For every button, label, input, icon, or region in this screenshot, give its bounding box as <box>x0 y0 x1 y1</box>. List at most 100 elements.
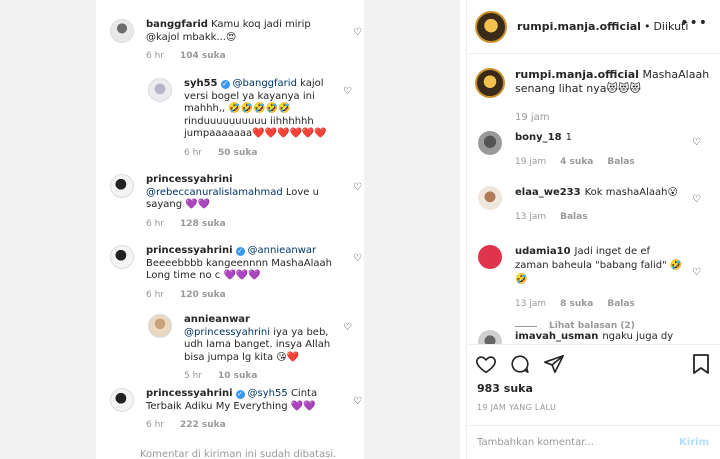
post-caption: rumpi.manja.official MashaAlaah senang l… <box>475 68 715 123</box>
comment-username[interactable]: banggfarid <box>146 19 208 30</box>
avatar[interactable] <box>110 388 134 412</box>
avatar[interactable] <box>475 68 505 98</box>
comment-username[interactable]: bony_18 <box>515 132 562 143</box>
heart-icon[interactable]: ♡ <box>353 27 362 38</box>
paper-plane-icon[interactable] <box>543 353 565 375</box>
heart-icon[interactable]: ♡ <box>692 137 701 148</box>
comment-meta: 13 jam 8 suka Balas <box>515 297 685 311</box>
caption-username[interactable]: rumpi.manja.official <box>515 68 639 81</box>
comment-meta: 6 hr 128 suka <box>146 218 336 231</box>
heart-icon[interactable]: ♡ <box>353 182 362 193</box>
comment-likes[interactable]: 50 suka <box>218 148 257 158</box>
comment-meta: 6 hr 120 suka <box>146 289 336 302</box>
avatar[interactable] <box>148 78 172 102</box>
comment-body: elaa_we233 Kok mashaAlaah😮 13 jam Balas <box>515 186 685 224</box>
heart-icon[interactable]: ♡ <box>343 86 352 97</box>
comment-mention[interactable]: @rebeccanuralislamahmad <box>146 187 283 198</box>
header-separator: • <box>643 20 651 33</box>
comment-mention[interactable]: @syh55 <box>248 388 288 399</box>
comment-likes[interactable]: 4 suka <box>560 157 593 167</box>
heart-icon[interactable]: ♡ <box>353 396 362 407</box>
comment-username[interactable]: imavah_usman <box>515 331 598 342</box>
comment-mention[interactable]: @banggfarid <box>233 78 297 89</box>
avatar[interactable] <box>478 330 502 344</box>
reply-button[interactable]: Balas <box>560 212 587 222</box>
comment-username[interactable]: syh55 <box>184 78 218 89</box>
comment-body: imavah_usman ngaku juga dy <box>515 330 673 344</box>
avatar[interactable] <box>110 245 134 269</box>
comment-thread-item: princessyahrini ✓ @annieanwar Beeeebbbb ka… <box>110 245 362 302</box>
comment-body: annieanwar @princessyahrini iya ya beb, … <box>184 314 334 383</box>
comment-likes[interactable]: 10 suka <box>218 371 257 381</box>
avatar[interactable] <box>110 19 134 43</box>
heart-icon[interactable]: ♡ <box>692 194 701 205</box>
comment-body: bony_18 1 19 jam 4 suka Balas <box>515 131 685 169</box>
comment-likes[interactable]: 8 suka <box>560 299 593 309</box>
comment-mention[interactable]: @princessyahrini <box>184 327 270 338</box>
reply-button[interactable]: Balas <box>607 299 634 309</box>
avatar[interactable] <box>148 314 172 338</box>
comment-time: 19 jam <box>515 157 547 167</box>
likes-count[interactable]: 983 suka <box>477 382 533 395</box>
comment-body: syh55 ✓ @banggfarid kajol versi bogel ya k… <box>184 78 334 160</box>
comment-likes[interactable]: 128 suka <box>180 219 226 229</box>
post-sidebar: rumpi.manja.official • Diikuti ••• rumpi… <box>466 0 720 459</box>
comment-likes[interactable]: 104 suka <box>180 51 226 61</box>
comment-body: udamia10 Jadi inget de ef zaman baheula "… <box>515 245 685 333</box>
comment-meta: 19 jam 4 suka Balas <box>515 155 685 169</box>
comment-time: 6 hr <box>146 289 164 300</box>
avatar[interactable] <box>110 174 134 198</box>
comment-reply-item: annieanwar @princessyahrini iya ya beb, … <box>148 314 352 383</box>
verified-badge-icon: ✓ <box>220 80 230 89</box>
comment-meta: 6 hr 222 suka <box>146 419 336 432</box>
comments-limited-notice: Komentar di kiriman ini sudah dibatasi. <box>140 449 337 459</box>
comment-meta: 6 hr 104 suka <box>146 50 336 63</box>
more-dots-icon[interactable]: ••• <box>680 15 708 31</box>
comment-likes[interactable]: 222 suka <box>180 420 226 430</box>
header-username[interactable]: rumpi.manja.official <box>517 20 641 33</box>
caption-time: 19 jam <box>515 112 550 123</box>
avatar[interactable] <box>475 10 507 43</box>
heart-icon[interactable] <box>475 353 497 375</box>
bookmark-icon[interactable] <box>691 353 711 375</box>
comment-username[interactable]: princessyahrini <box>146 174 233 185</box>
comment-text: 1 <box>565 132 572 143</box>
comment-username[interactable]: elaa_we233 <box>515 187 581 198</box>
reply-button[interactable]: Balas <box>607 157 634 167</box>
post-actions: 983 suka 19 JAM YANG LALU Kirim <box>467 344 720 458</box>
heart-icon[interactable]: ♡ <box>343 322 352 333</box>
comment-meta: 6 hr 50 suka <box>184 147 334 160</box>
comment-username[interactable]: udamia10 <box>515 246 571 257</box>
avatar[interactable] <box>478 245 502 269</box>
comment-bubble-icon[interactable] <box>509 353 531 375</box>
heart-icon[interactable]: ♡ <box>692 267 701 278</box>
caption-text: rumpi.manja.official MashaAlaah senang l… <box>515 68 715 98</box>
comment-item-partial: imavah_usman ngaku juga dy <box>475 330 715 344</box>
comment-item: elaa_we233 Kok mashaAlaah😮 13 jam Balas ♡ <box>475 186 715 224</box>
comment-text: Kok mashaAlaah😮 <box>584 187 678 198</box>
comment-thread-item: princessyahrini ✓ @syh55 Cinta Terbaik Adi… <box>110 388 362 432</box>
avatar[interactable] <box>478 186 502 210</box>
comment-username[interactable]: annieanwar <box>184 314 250 325</box>
comment-item: bony_18 1 19 jam 4 suka Balas ♡ <box>475 131 715 169</box>
comment-time: 6 hr <box>146 51 164 62</box>
comment-username[interactable]: princessyahrini <box>146 388 233 399</box>
left-comment-card: banggfarid Kamu koq jadi mirip @kajol mba… <box>96 0 364 459</box>
comment-time: 5 hr <box>184 371 202 382</box>
comment-reply-item: syh55 ✓ @banggfarid kajol versi bogel ya k… <box>148 78 352 160</box>
divider <box>515 325 537 327</box>
comment-username[interactable]: princessyahrini <box>146 245 233 256</box>
avatar[interactable] <box>478 131 502 155</box>
comment-thread-item: banggfarid Kamu koq jadi mirip @kajol mba… <box>110 19 362 63</box>
comment-input[interactable] <box>477 437 667 448</box>
comment-time: 13 jam <box>515 299 547 309</box>
comment-likes[interactable]: 120 suka <box>180 290 226 300</box>
comment-meta: 5 hr 10 suka <box>184 370 334 383</box>
comment-mention[interactable]: @annieanwar <box>248 245 317 256</box>
left-comment-thread-panel: banggfarid Kamu koq jadi mirip @kajol mba… <box>0 0 460 459</box>
verified-badge-icon: ✓ <box>235 247 245 256</box>
post-date: 19 JAM YANG LALU <box>477 403 557 412</box>
heart-icon[interactable]: ♡ <box>353 253 362 264</box>
post-comment-button[interactable]: Kirim <box>679 437 709 448</box>
comment-time: 6 hr <box>146 420 164 431</box>
